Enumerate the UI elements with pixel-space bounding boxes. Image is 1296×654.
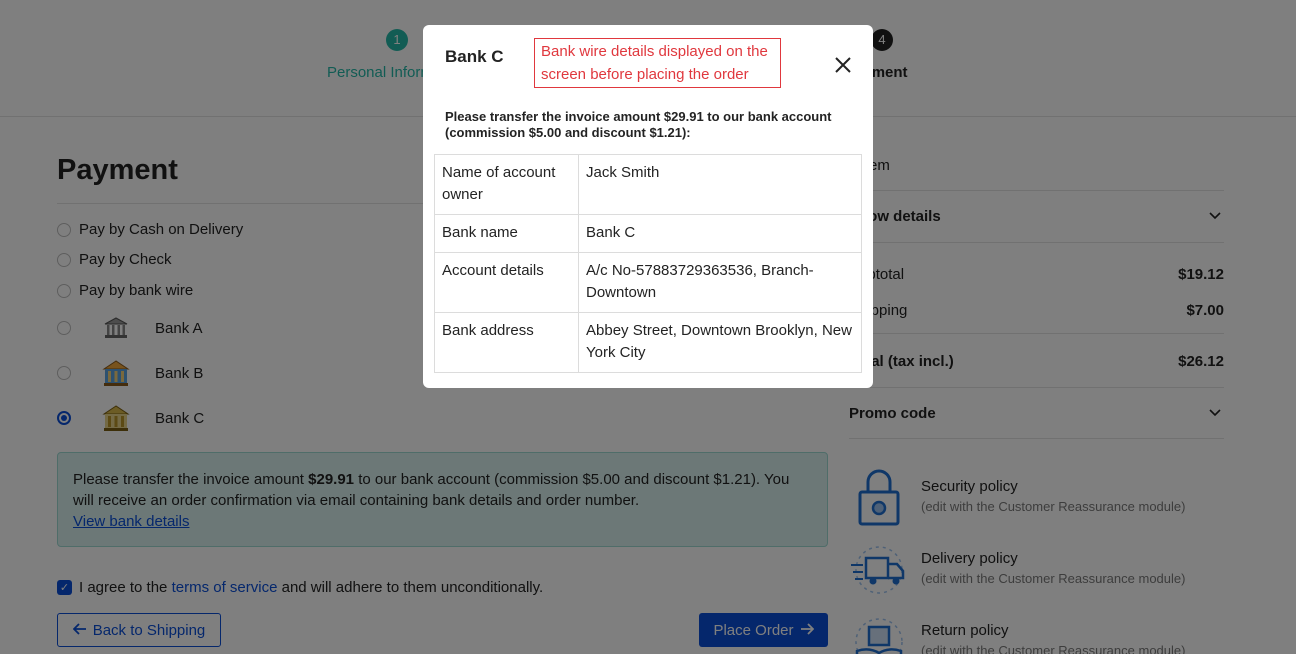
table-row: Name of account owner Jack Smith <box>434 154 862 215</box>
modal-intro-text: Please transfer the invoice amount <box>445 109 664 124</box>
modal-title: Bank C <box>445 47 504 66</box>
table-row: Bank address Abbey Street, Downtown Broo… <box>434 312 862 373</box>
table-cell-key: Bank name <box>434 214 579 253</box>
close-icon[interactable] <box>833 55 853 75</box>
table-cell-value: Jack Smith <box>578 154 862 215</box>
table-cell-key: Name of account owner <box>434 154 579 215</box>
bank-details-table: Name of account owner Jack Smith Bank na… <box>434 154 862 373</box>
bank-details-modal: Bank C Bank wire details displayed on th… <box>423 25 873 388</box>
table-cell-value: Abbey Street, Downtown Brooklyn, New Yor… <box>578 312 862 373</box>
modal-intro-amount: $29.91 <box>663 109 704 124</box>
table-cell-value: Bank C <box>578 214 862 253</box>
table-row: Bank name Bank C <box>434 214 862 253</box>
table-cell-value: A/c No-57883729363536, Branch-Downtown <box>578 252 862 313</box>
annotation-callout: Bank wire details displayed on the scree… <box>534 38 781 88</box>
table-cell-key: Bank address <box>434 312 579 373</box>
modal-intro: Please transfer the invoice amount $29.9… <box>445 109 845 141</box>
table-row: Account details A/c No-57883729363536, B… <box>434 252 862 313</box>
table-cell-key: Account details <box>434 252 579 313</box>
